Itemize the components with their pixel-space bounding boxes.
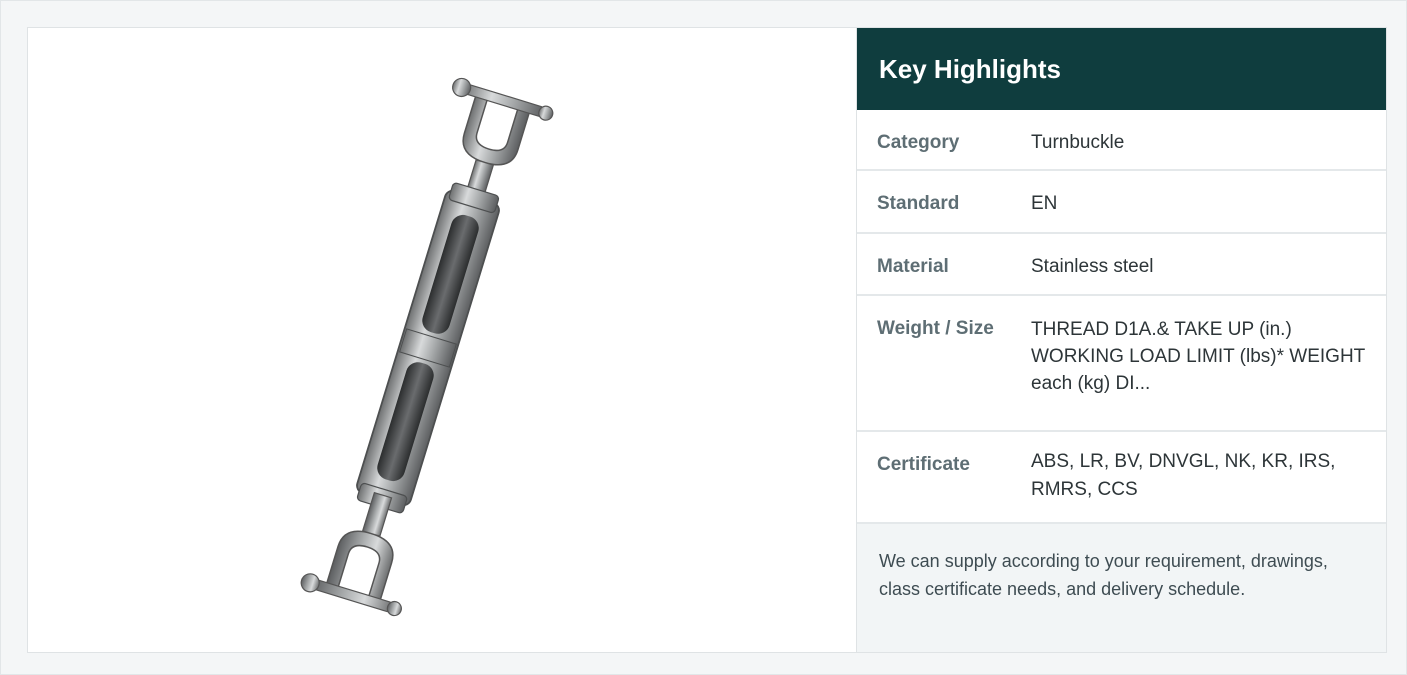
- turnbuckle-body: [356, 182, 500, 514]
- spec-row-material: Material Stainless steel: [857, 234, 1386, 296]
- spec-value: Turnbuckle: [1031, 132, 1125, 153]
- product-image-pane: [28, 28, 857, 652]
- page: Key Highlights Category Turnbuckle Stand…: [0, 0, 1407, 675]
- spec-label: Certificate: [877, 454, 970, 475]
- spec-label: Standard: [877, 193, 960, 214]
- spec-row-weight-size: Weight / Size THREAD D1A.& TAKE UP (in.)…: [857, 296, 1386, 432]
- spec-label: Category: [877, 132, 960, 153]
- supply-note: We can supply according to your requirem…: [857, 524, 1386, 652]
- spec-value: Stainless steel: [1031, 256, 1154, 277]
- highlights-title: Key Highlights: [857, 28, 1386, 110]
- spec-row-standard: Standard EN: [857, 171, 1386, 234]
- spec-value: ABS, LR, BV, DNVGL, NK, KR, IRS, RMRS, C…: [1031, 451, 1336, 500]
- spec-value: THREAD D1A.& TAKE UP (in.) WORKING LOAD …: [1031, 319, 1365, 394]
- product-card: Key Highlights Category Turnbuckle Stand…: [27, 27, 1387, 653]
- spec-row-category: Category Turnbuckle: [857, 110, 1386, 171]
- turnbuckle-image: [300, 77, 554, 617]
- spec-label: Material: [877, 256, 949, 277]
- spec-label: Weight / Size: [877, 318, 994, 339]
- spec-row-certificate: Certificate ABS, LR, BV, DNVGL, NK, KR, …: [857, 432, 1386, 524]
- key-highlights-panel: Key Highlights Category Turnbuckle Stand…: [857, 28, 1386, 652]
- spec-value: EN: [1031, 193, 1058, 214]
